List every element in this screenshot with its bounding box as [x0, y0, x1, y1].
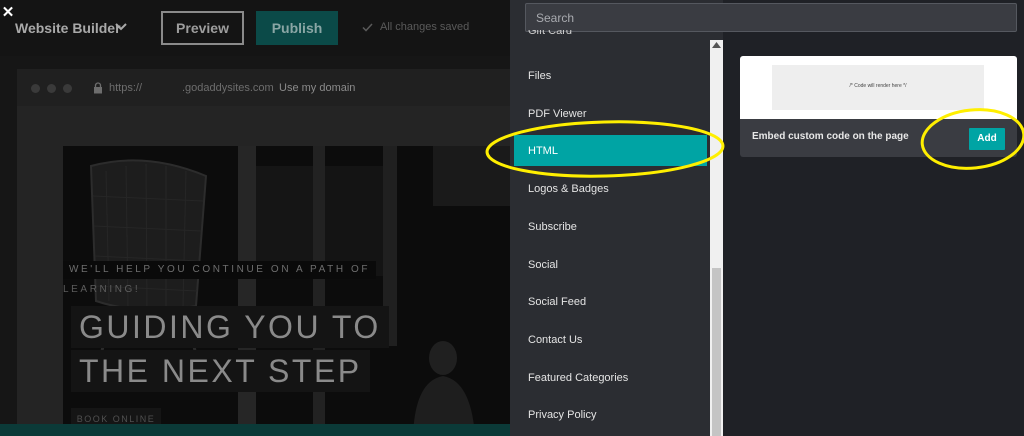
use-domain-link[interactable]: Use my domain: [279, 82, 355, 94]
app-root: ✕ Website Builder Preview Publish All ch…: [0, 0, 1024, 436]
window-dot: [47, 84, 56, 93]
check-icon: [362, 23, 373, 32]
app-title[interactable]: Website Builder: [15, 20, 121, 36]
hero-tagline: WE'LL HELP YOU CONTINUE ON A PATH OF: [63, 261, 377, 279]
window-frame: [238, 146, 256, 436]
window-frame: [313, 146, 325, 436]
chevron-down-icon[interactable]: [115, 21, 127, 33]
save-status: All changes saved: [380, 21, 470, 33]
close-icon[interactable]: ✕: [1, 5, 15, 20]
menu-item-pdf-viewer[interactable]: PDF Viewer: [528, 105, 586, 123]
hero-tagline-cont: LEARNING!: [63, 284, 141, 295]
lamp-shade: [433, 146, 510, 206]
editor-area: ✕ Website Builder Preview Publish All ch…: [0, 0, 510, 436]
menu-item-social[interactable]: Social: [528, 256, 558, 274]
menu-item-logos-badges[interactable]: Logos & Badges: [528, 180, 609, 198]
scroll-up-icon[interactable]: [712, 42, 721, 48]
hero-headline: GUIDING YOU TO: [71, 306, 389, 348]
editor-bottom-bar: [0, 424, 510, 436]
code-preview: /* Code will render here */: [740, 56, 1017, 119]
search-input[interactable]: [525, 3, 1017, 32]
menu-item-contact-us[interactable]: Contact Us: [528, 331, 582, 349]
section-description: Embed custom code on the page: [752, 131, 909, 142]
menu-item-subscribe[interactable]: Subscribe: [528, 218, 577, 236]
person-graphic: [413, 341, 475, 436]
url-domain: .godaddysites.com: [182, 82, 274, 94]
window-pane: [256, 166, 313, 276]
hero-section: WE'LL HELP YOU CONTINUE ON A PATH OF LEA…: [63, 146, 510, 436]
lock-icon: [94, 82, 102, 94]
add-button[interactable]: Add: [969, 128, 1005, 150]
menu-item-privacy-policy[interactable]: Privacy Policy: [528, 406, 596, 424]
window-dot: [63, 84, 72, 93]
code-placeholder-box: /* Code will render here */: [772, 65, 984, 110]
menu-item-label: Gift Card: [528, 30, 573, 37]
menu-item-files[interactable]: Files: [528, 67, 551, 85]
window-pane: [325, 166, 383, 276]
menu-item-gift-card[interactable]: Gift Card: [528, 30, 572, 44]
menu-item-featured-categories[interactable]: Featured Categories: [528, 369, 628, 387]
publish-button[interactable]: Publish: [256, 11, 338, 45]
scrollbar-thumb[interactable]: [712, 268, 721, 436]
site-preview-frame: https:// .godaddysites.com Use my domain: [17, 69, 510, 436]
window-dot: [31, 84, 40, 93]
code-placeholder: /* Code will render here */: [849, 83, 907, 89]
url-scheme: https://: [109, 82, 143, 94]
editor-topbar: ✕ Website Builder Preview Publish All ch…: [0, 0, 510, 56]
menu-item-social-feed[interactable]: Social Feed: [528, 293, 586, 311]
preview-button[interactable]: Preview: [161, 11, 244, 45]
menu-item-label: HTML: [528, 145, 558, 157]
address-bar: https:// .godaddysites.com Use my domain: [17, 69, 510, 106]
hero-headline-cont: THE NEXT STEP: [71, 350, 370, 392]
